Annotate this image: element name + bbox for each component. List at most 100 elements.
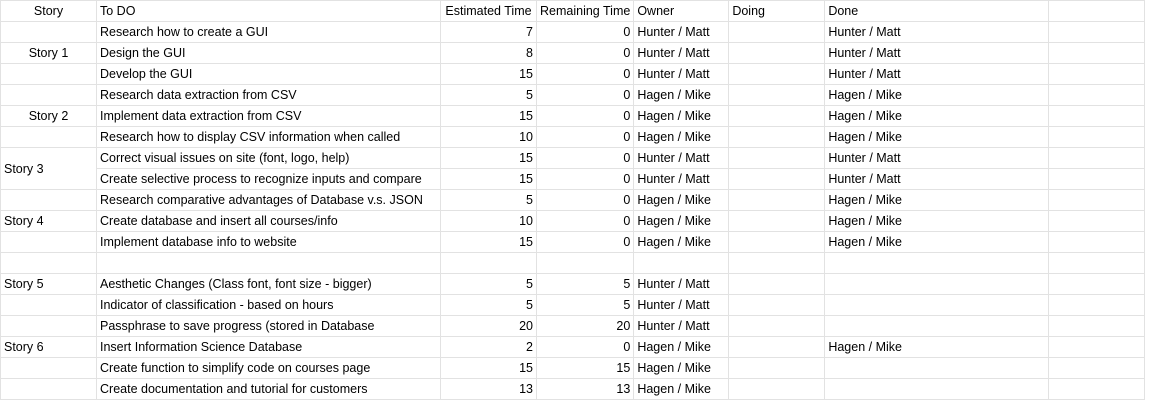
story-cell[interactable]: Story 1: [0, 42, 97, 64]
estimated-time-cell[interactable]: 15: [440, 147, 537, 169]
story-cell[interactable]: [0, 294, 97, 316]
remaining-time-cell[interactable]: 0: [535, 147, 635, 169]
doing-cell[interactable]: [728, 252, 826, 274]
done-cell[interactable]: [824, 294, 1050, 316]
empty-cell[interactable]: [1048, 147, 1146, 169]
todo-cell[interactable]: Research how to create a GUI: [96, 21, 441, 43]
remaining-time-cell[interactable]: 5: [535, 294, 635, 316]
todo-cell[interactable]: Implement data extraction from CSV: [96, 105, 441, 127]
estimated-time-cell[interactable]: 5: [440, 294, 537, 316]
header-remaining-time[interactable]: Remaining Time: [535, 0, 635, 22]
owner-cell[interactable]: Hunter / Matt: [633, 21, 730, 43]
remaining-time-cell[interactable]: 0: [535, 210, 635, 232]
estimated-time-cell[interactable]: 5: [440, 273, 537, 295]
owner-cell[interactable]: Hagen / Mike: [633, 210, 730, 232]
doing-cell[interactable]: [728, 147, 826, 169]
estimated-time-cell[interactable]: 10: [440, 210, 537, 232]
story-cell[interactable]: [0, 84, 97, 106]
empty-cell[interactable]: [1048, 294, 1146, 316]
done-cell[interactable]: [824, 273, 1050, 295]
empty-cell[interactable]: [1048, 357, 1146, 379]
todo-cell[interactable]: Design the GUI: [96, 42, 441, 64]
owner-cell[interactable]: Hagen / Mike: [633, 105, 730, 127]
done-cell[interactable]: [824, 357, 1050, 379]
todo-cell[interactable]: Insert Information Science Database: [96, 336, 441, 358]
owner-cell[interactable]: Hagen / Mike: [633, 357, 730, 379]
doing-cell[interactable]: [728, 336, 826, 358]
story-cell[interactable]: [0, 126, 97, 148]
empty-cell[interactable]: [1048, 126, 1146, 148]
todo-cell[interactable]: Research comparative advantages of Datab…: [96, 189, 441, 211]
owner-cell[interactable]: Hagen / Mike: [633, 378, 730, 400]
estimated-time-cell[interactable]: 5: [440, 189, 537, 211]
remaining-time-cell[interactable]: 0: [535, 42, 635, 64]
remaining-time-cell[interactable]: 0: [535, 168, 635, 190]
remaining-time-cell[interactable]: [535, 252, 635, 274]
owner-cell[interactable]: Hagen / Mike: [633, 189, 730, 211]
doing-cell[interactable]: [728, 21, 826, 43]
story-cell[interactable]: Story 3: [0, 147, 97, 190]
empty-cell[interactable]: [1048, 168, 1146, 190]
done-cell[interactable]: Hagen / Mike: [824, 210, 1050, 232]
remaining-time-cell[interactable]: 13: [535, 378, 635, 400]
doing-cell[interactable]: [728, 315, 826, 337]
story-cell[interactable]: [0, 252, 97, 274]
story-cell[interactable]: [0, 315, 97, 337]
empty-cell[interactable]: [1048, 273, 1146, 295]
estimated-time-cell[interactable]: 20: [440, 315, 537, 337]
done-cell[interactable]: Hagen / Mike: [824, 231, 1050, 253]
doing-cell[interactable]: [728, 105, 826, 127]
todo-cell[interactable]: [96, 252, 441, 274]
remaining-time-cell[interactable]: 0: [535, 189, 635, 211]
empty-cell[interactable]: [1048, 336, 1146, 358]
estimated-time-cell[interactable]: 7: [440, 21, 537, 43]
todo-cell[interactable]: Research how to display CSV information …: [96, 126, 441, 148]
estimated-time-cell[interactable]: 2: [440, 336, 537, 358]
doing-cell[interactable]: [728, 210, 826, 232]
header-owner[interactable]: Owner: [633, 0, 730, 22]
story-cell[interactable]: Story 6: [0, 336, 97, 358]
header-estimated-time[interactable]: Estimated Time: [440, 0, 537, 22]
done-cell[interactable]: Hunter / Matt: [824, 42, 1050, 64]
estimated-time-cell[interactable]: 13: [440, 378, 537, 400]
doing-cell[interactable]: [728, 63, 826, 85]
todo-cell[interactable]: Create database and insert all courses/i…: [96, 210, 441, 232]
story-cell[interactable]: [0, 21, 97, 43]
story-cell[interactable]: [0, 231, 97, 253]
owner-cell[interactable]: Hagen / Mike: [633, 336, 730, 358]
done-cell[interactable]: Hagen / Mike: [824, 84, 1050, 106]
owner-cell[interactable]: Hagen / Mike: [633, 84, 730, 106]
empty-cell[interactable]: [1048, 378, 1146, 400]
done-cell[interactable]: [824, 315, 1050, 337]
remaining-time-cell[interactable]: 0: [535, 84, 635, 106]
doing-cell[interactable]: [728, 378, 826, 400]
remaining-time-cell[interactable]: 0: [535, 63, 635, 85]
story-cell[interactable]: [0, 189, 97, 211]
header-doing[interactable]: Doing: [728, 0, 826, 22]
todo-cell[interactable]: Indicator of classification - based on h…: [96, 294, 441, 316]
owner-cell[interactable]: Hunter / Matt: [633, 63, 730, 85]
owner-cell[interactable]: Hunter / Matt: [633, 168, 730, 190]
estimated-time-cell[interactable]: 10: [440, 126, 537, 148]
empty-cell[interactable]: [1048, 0, 1146, 22]
owner-cell[interactable]: Hagen / Mike: [633, 126, 730, 148]
doing-cell[interactable]: [728, 273, 826, 295]
done-cell[interactable]: Hunter / Matt: [824, 63, 1050, 85]
remaining-time-cell[interactable]: 0: [535, 231, 635, 253]
done-cell[interactable]: [824, 378, 1050, 400]
todo-cell[interactable]: Research data extraction from CSV: [96, 84, 441, 106]
remaining-time-cell[interactable]: 15: [535, 357, 635, 379]
header-todo[interactable]: To DO: [96, 0, 441, 22]
empty-cell[interactable]: [1048, 84, 1146, 106]
owner-cell[interactable]: [633, 252, 730, 274]
remaining-time-cell[interactable]: 0: [535, 21, 635, 43]
estimated-time-cell[interactable]: 5: [440, 84, 537, 106]
remaining-time-cell[interactable]: 20: [535, 315, 635, 337]
estimated-time-cell[interactable]: 15: [440, 357, 537, 379]
empty-cell[interactable]: [1048, 63, 1146, 85]
done-cell[interactable]: Hagen / Mike: [824, 126, 1050, 148]
todo-cell[interactable]: Create selective process to recognize in…: [96, 168, 441, 190]
doing-cell[interactable]: [728, 168, 826, 190]
remaining-time-cell[interactable]: 0: [535, 105, 635, 127]
empty-cell[interactable]: [1048, 252, 1146, 274]
